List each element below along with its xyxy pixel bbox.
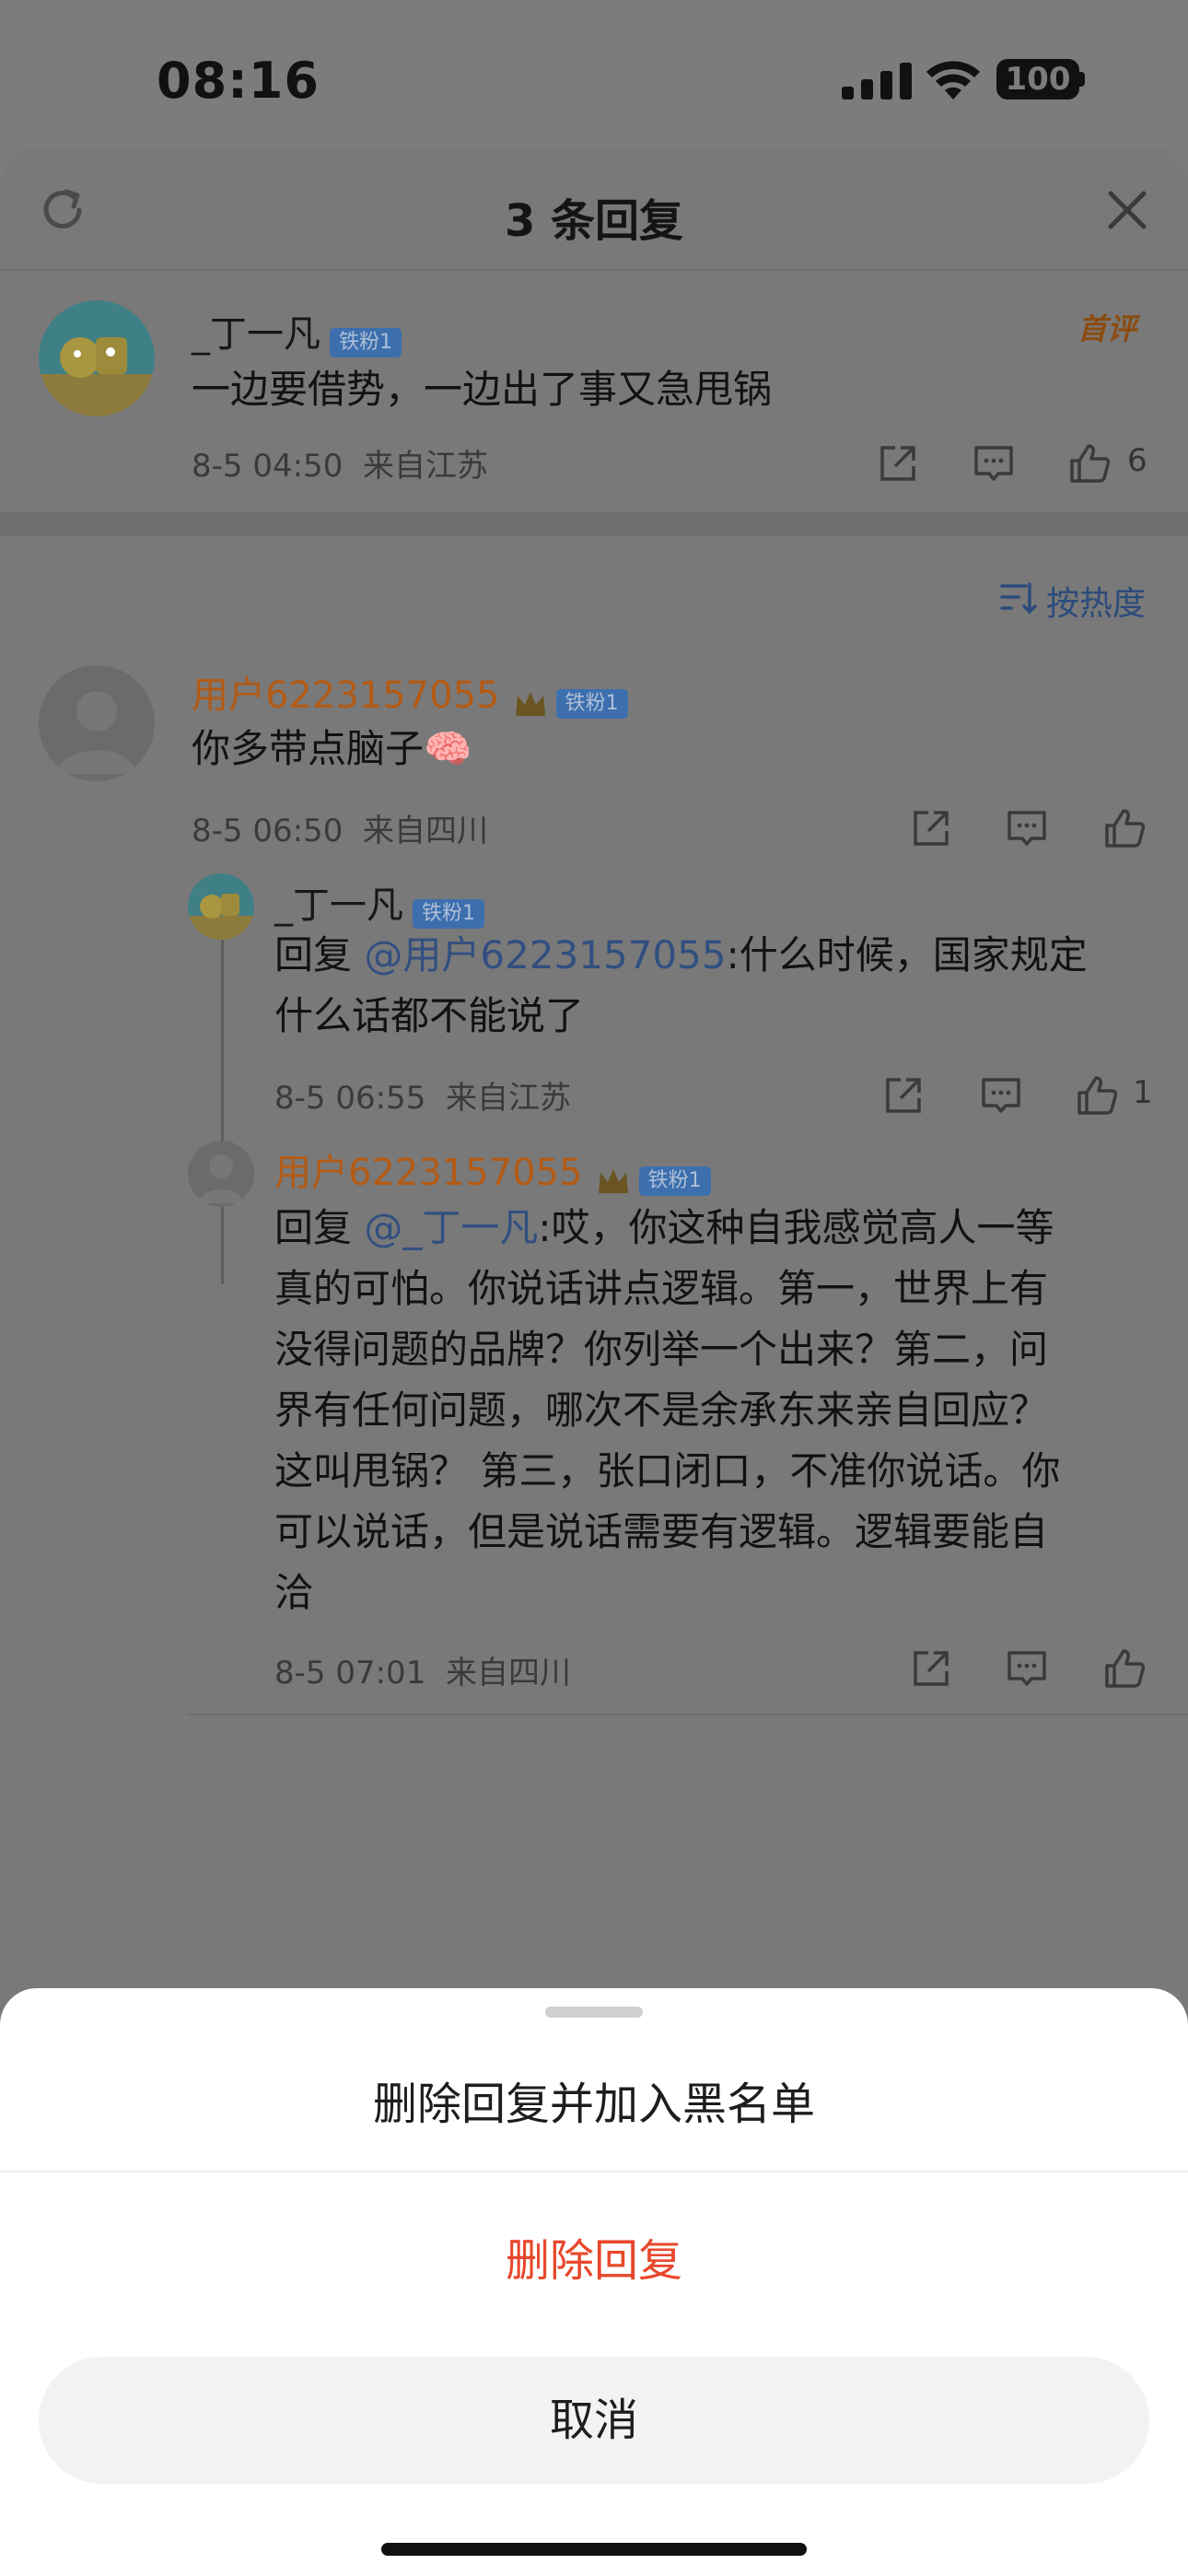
comment-icon[interactable]	[1004, 1645, 1050, 1692]
first-comment-tag: 首评	[1077, 311, 1137, 346]
header-divider	[0, 269, 1188, 271]
comment-icon[interactable]	[1004, 805, 1050, 851]
sort-by-hot[interactable]: 按热度	[1046, 577, 1146, 625]
fan-badge: 铁粉1	[330, 327, 402, 357]
comment-location: 来自江苏	[362, 448, 488, 485]
share-icon[interactable]	[880, 1072, 926, 1118]
delete-reply-option[interactable]: 删除回复	[0, 2224, 1188, 2289]
like-icon[interactable]	[1101, 1645, 1147, 1692]
reply-header: 用户6223157055 铁粉1	[192, 665, 628, 720]
battery-tip	[1079, 72, 1085, 87]
nested-reply-header: _丁一凡 铁粉1	[274, 875, 484, 929]
reply-text: 你多带点脑子🧠	[192, 726, 472, 771]
option-divider	[0, 2171, 1188, 2172]
reply-time: 8-5 06:55	[274, 1080, 426, 1117]
reply-text-line: :什么时候，国家规定	[726, 932, 1088, 978]
like-count: 6	[1127, 442, 1147, 479]
username[interactable]: 用户6223157055	[274, 1152, 583, 1194]
wifi-icon	[926, 61, 980, 100]
crown-icon	[598, 1168, 628, 1193]
username[interactable]: _丁一凡	[274, 884, 403, 927]
avatar[interactable]	[188, 873, 254, 940]
comment-meta: 8-5 04:50 来自江苏	[192, 440, 488, 486]
close-icon[interactable]	[1101, 184, 1153, 236]
reply-prefix: 回复	[274, 932, 365, 978]
drag-handle[interactable]	[545, 2007, 643, 2018]
like-icon[interactable]	[1074, 1072, 1120, 1118]
nested-reply-header: 用户6223157055 铁粉1	[274, 1142, 711, 1197]
reply-text-line: 没得问题的品牌？你列举一个出来？第二，问	[274, 1327, 1049, 1372]
section-divider	[0, 512, 1188, 536]
fan-badge: 铁粉1	[555, 688, 628, 719]
avatar[interactable]	[39, 665, 155, 781]
avatar[interactable]	[188, 1141, 254, 1207]
mention-link[interactable]: @用户6223157055	[364, 932, 726, 978]
home-indicator[interactable]	[381, 2543, 807, 2556]
share-icon[interactable]	[908, 1645, 954, 1692]
fan-badge: 铁粉1	[413, 898, 484, 929]
nested-reply-text: 回复 @_丁一凡:哎，你这种自我感觉高人一等 真的可怕。你说话讲点逻辑。第一，世…	[274, 1198, 1159, 1623]
cancel-button[interactable]: 取消	[39, 2357, 1149, 2484]
nested-reply-meta: 8-5 06:55 来自江苏	[274, 1072, 571, 1118]
main-comment-header: _丁一凡 铁粉1	[192, 304, 402, 357]
reply-text-line: 洽	[274, 1570, 314, 1615]
like-icon[interactable]	[1066, 440, 1112, 486]
reply-location: 来自江苏	[445, 1080, 571, 1117]
reply-prefix: 回复	[274, 1205, 365, 1250]
sort-icon[interactable]	[998, 579, 1037, 617]
comment-text: 一边要借势，一边出了事又急甩锅	[192, 367, 773, 412]
fan-badge: 铁粉1	[638, 1165, 711, 1196]
action-sheet: 删除回复并加入黑名单 删除回复 取消	[0, 1988, 1188, 2576]
reply-meta: 8-5 06:50 来自四川	[192, 805, 488, 850]
reply-text-line: 这叫甩锅？ 第三，张口闭口，不准你说话。你	[274, 1448, 1061, 1493]
nested-reply-meta: 8-5 07:01 来自四川	[274, 1647, 571, 1692]
reply-text-line: 什么话都不能说了	[274, 993, 585, 1038]
reply-text-line: 界有任何问题，哪次不是余承东来亲自回应？	[274, 1388, 1049, 1433]
reply-location: 来自四川	[362, 813, 488, 849]
reply-text-line: :哎，你这种自我感觉高人一等	[538, 1205, 1054, 1250]
comment-time: 8-5 04:50	[192, 448, 344, 485]
like-count: 1	[1133, 1074, 1153, 1111]
crown-icon	[515, 691, 545, 716]
comment-icon[interactable]	[978, 1072, 1024, 1118]
comment-icon[interactable]	[971, 440, 1017, 486]
mention-link[interactable]: @_丁一凡	[364, 1205, 538, 1250]
reply-text-line: 可以说话，但是说话需要有逻辑。逻辑要能自	[274, 1509, 1049, 1554]
username[interactable]: 用户6223157055	[192, 674, 500, 717]
share-icon[interactable]	[875, 440, 921, 486]
thread-line	[221, 940, 224, 1284]
like-icon[interactable]	[1101, 805, 1147, 851]
cellular-signal-icon	[842, 63, 912, 100]
battery-icon: 100	[996, 59, 1079, 100]
status-time: 08:16	[157, 52, 320, 110]
row-divider	[188, 1714, 1188, 1715]
nested-reply-text: 回复 @用户6223157055:什么时候，国家规定 什么话都不能说了	[274, 925, 1140, 1047]
reply-text-line: 真的可怕。你说话讲点逻辑。第一，世界上有	[274, 1266, 1049, 1311]
delete-and-blacklist-option[interactable]: 删除回复并加入黑名单	[0, 2067, 1188, 2132]
share-icon[interactable]	[908, 805, 954, 851]
reply-location: 来自四川	[445, 1655, 571, 1692]
username[interactable]: _丁一凡	[192, 313, 320, 356]
reply-time: 8-5 07:01	[274, 1655, 426, 1692]
reply-time: 8-5 06:50	[192, 813, 344, 849]
avatar[interactable]	[39, 300, 155, 416]
sheet-title: 3 条回复	[504, 195, 684, 247]
